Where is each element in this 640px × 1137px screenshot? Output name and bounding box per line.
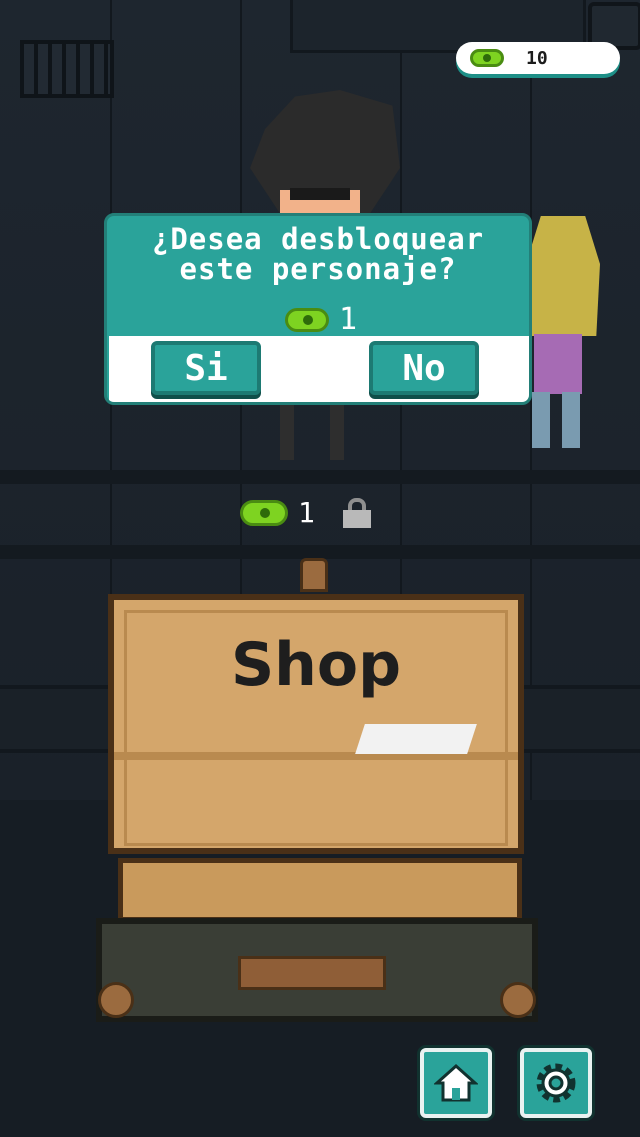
- wall-vent: [20, 40, 114, 98]
- character-legs: [532, 392, 584, 448]
- coin-icon: [285, 307, 329, 332]
- lock-icon: [341, 497, 373, 528]
- dialog-price: 1: [285, 302, 357, 337]
- character-price: 1: [240, 496, 373, 529]
- dialog-price-value: 1: [339, 302, 358, 337]
- price-value: 1: [298, 496, 315, 529]
- wall-pipe: [0, 470, 640, 484]
- shop-title: Shop: [230, 630, 402, 700]
- home-icon: [434, 1063, 478, 1102]
- coin-count: 10: [526, 47, 548, 69]
- side-pipe: [520, 685, 640, 753]
- suitcase-latch: [300, 558, 328, 592]
- character-eyes: [290, 188, 350, 200]
- unlock-dialog: ¿Desea desbloquear este personaje? 1 Si …: [104, 213, 532, 405]
- paper-sheet: [355, 724, 477, 754]
- gear-icon: [536, 1063, 576, 1103]
- yes-button[interactable]: Si: [151, 341, 261, 395]
- dialog-question-line2: este personaje?: [179, 252, 457, 286]
- coin-icon: [470, 49, 504, 67]
- character-hair: [526, 216, 600, 336]
- character-body: [534, 334, 582, 394]
- home-button[interactable]: [420, 1048, 492, 1118]
- suitcase-handle: [238, 956, 386, 990]
- no-button[interactable]: No: [369, 341, 479, 395]
- dialog-question: ¿Desea desbloquear este personaje?: [107, 224, 529, 284]
- suitcase-corner: [98, 982, 134, 1018]
- settings-button[interactable]: [520, 1048, 592, 1118]
- side-pipe: [0, 685, 124, 753]
- suitcase-corner: [500, 982, 536, 1018]
- coin-icon: [240, 499, 288, 526]
- wall-pipe: [0, 545, 640, 559]
- character-legs: [280, 405, 350, 460]
- suitcase-inner: [118, 858, 522, 922]
- dialog-question-line1: ¿Desea desbloquear: [151, 222, 485, 256]
- coin-counter: 10: [456, 42, 620, 74]
